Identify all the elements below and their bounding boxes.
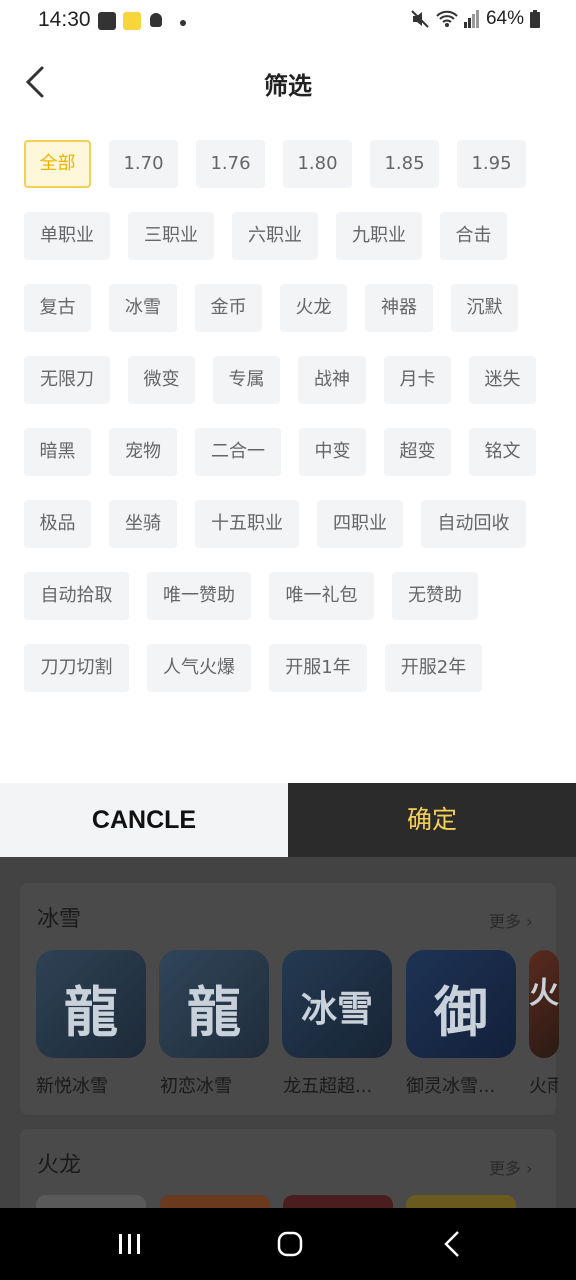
filter-chip[interactable]: 复古 <box>24 284 91 332</box>
filter-chip[interactable]: 冰雪 <box>109 284 177 332</box>
recent-apps-icon <box>119 1234 140 1254</box>
filter-chip[interactable]: 全部 <box>24 140 91 188</box>
dot-icon <box>180 20 186 26</box>
game-icon-art: 冰雪 <box>300 988 373 1030</box>
filter-chip[interactable]: 超变 <box>384 428 451 476</box>
game-name: 火雨 <box>529 1076 558 1097</box>
filter-chip[interactable]: 无赞助 <box>392 572 478 620</box>
chevron-right-icon: › <box>521 1159 533 1178</box>
back-nav-button[interactable] <box>432 1226 472 1262</box>
filter-chip[interactable]: 微变 <box>128 356 195 404</box>
recent-apps-button[interactable] <box>110 1226 150 1262</box>
mute-icon <box>411 10 429 28</box>
cancel-button[interactable]: CANCLE <box>0 783 288 857</box>
gallery-icon <box>98 12 116 30</box>
home-button[interactable] <box>270 1226 310 1262</box>
filter-chip[interactable]: 六职业 <box>232 212 318 260</box>
game-icon-art: 火 <box>529 976 559 1011</box>
system-navigation-bar <box>0 1208 576 1280</box>
filter-chip[interactable]: 自动拾取 <box>24 572 129 620</box>
filter-chip[interactable]: 金币 <box>195 284 262 332</box>
status-time: 14:30 <box>38 8 91 31</box>
game-icon-row-partial <box>36 1195 556 1208</box>
filter-chip[interactable]: 宠物 <box>109 428 177 476</box>
filter-chip[interactable]: 月卡 <box>384 356 451 404</box>
game-icon-art: 御 <box>434 980 488 1044</box>
filter-chip[interactable]: 战神 <box>298 356 366 404</box>
battery-percent: 64% <box>485 8 524 29</box>
battery-icon <box>530 10 540 28</box>
game-icon[interactable]: 火 <box>529 950 559 1058</box>
filter-chip[interactable]: 沉默 <box>451 284 518 332</box>
filter-chip[interactable]: 1.76 <box>196 140 265 188</box>
signal-icon <box>463 10 479 28</box>
filter-chip[interactable]: 合击 <box>440 212 507 260</box>
filter-chip[interactable]: 1.80 <box>283 140 352 188</box>
status-bar: 14:30 64% <box>0 0 576 40</box>
filter-chip[interactable]: 唯一赞助 <box>147 572 251 620</box>
game-name: 初恋冰雪 <box>160 1076 232 1097</box>
more-label: 更多 <box>489 1159 522 1178</box>
filter-chip[interactable]: 神器 <box>365 284 433 332</box>
filter-chip[interactable]: 铭文 <box>469 428 536 476</box>
filter-chip[interactable]: 唯一礼包 <box>269 572 374 620</box>
filter-chip[interactable]: 无限刀 <box>24 356 110 404</box>
filter-chip[interactable]: 人气火爆 <box>147 644 251 692</box>
game-name: 御灵冰雪... <box>406 1076 496 1097</box>
home-icon <box>277 1231 303 1257</box>
game-icon-art: 龍 <box>187 980 241 1044</box>
filter-chip[interactable]: 极品 <box>24 500 91 548</box>
more-link[interactable]: 更多 › <box>489 1155 533 1179</box>
game-icon[interactable]: 御 <box>406 950 516 1058</box>
section-title: 冰雪 <box>37 907 82 932</box>
dimmed-background-content: 冰雪 更多 › 龍 龍 冰雪 御 火 新悦冰雪 初恋冰雪 龙五超超... 御灵冰… <box>0 857 576 1208</box>
filter-chip[interactable]: 九职业 <box>336 212 422 260</box>
game-icon[interactable]: 龍 <box>159 950 269 1058</box>
section-title: 火龙 <box>37 1153 82 1178</box>
more-link[interactable]: 更多 › <box>489 908 533 932</box>
filter-chip[interactable]: 1.95 <box>457 140 526 188</box>
filter-chip[interactable]: 三职业 <box>128 212 214 260</box>
game-icon[interactable] <box>160 1195 270 1208</box>
back-arrow-icon <box>444 1231 459 1257</box>
filter-chip[interactable]: 1.85 <box>370 140 439 188</box>
game-icon[interactable]: 冰雪 <box>282 950 392 1058</box>
more-label: 更多 <box>489 912 522 931</box>
filter-chip[interactable]: 开服1年 <box>269 644 367 692</box>
filter-chip[interactable]: 中变 <box>299 428 366 476</box>
app-notification-icon <box>123 12 141 30</box>
game-name: 龙五超超... <box>283 1076 373 1097</box>
game-icon[interactable] <box>406 1195 516 1208</box>
filter-chip[interactable]: 刀刀切割 <box>24 644 129 692</box>
filter-chip[interactable]: 单职业 <box>24 212 110 260</box>
filter-chip[interactable]: 1.70 <box>109 140 178 188</box>
page-title: 筛选 <box>264 72 312 100</box>
filter-chip[interactable]: 开服2年 <box>385 644 482 692</box>
game-name: 新悦冰雪 <box>36 1076 108 1097</box>
filter-chip-panel: 全部 1.70 1.76 1.80 1.85 1.95 单职业 三职业 六职业 … <box>0 126 576 783</box>
bulb-icon <box>150 13 162 27</box>
wifi-icon <box>436 10 458 27</box>
filter-chip[interactable]: 四职业 <box>317 500 403 548</box>
header: 筛选 <box>0 40 576 126</box>
confirm-button[interactable]: 确定 <box>288 783 576 857</box>
game-icon[interactable] <box>36 1195 146 1208</box>
filter-chip[interactable]: 火龙 <box>280 284 347 332</box>
filter-chip[interactable]: 专属 <box>213 356 280 404</box>
filter-chip[interactable]: 坐骑 <box>109 500 177 548</box>
filter-chip[interactable]: 迷失 <box>469 356 536 404</box>
game-icon-art: 龍 <box>64 980 118 1044</box>
filter-chip[interactable]: 自动回收 <box>421 500 526 548</box>
filter-chip[interactable]: 十五职业 <box>195 500 299 548</box>
game-icon[interactable] <box>283 1195 393 1208</box>
status-right: 64% <box>410 8 540 30</box>
chevron-right-icon: › <box>521 912 533 931</box>
game-icon[interactable]: 龍 <box>36 950 146 1058</box>
filter-chip[interactable]: 暗黑 <box>24 428 91 476</box>
filter-chip[interactable]: 二合一 <box>195 428 281 476</box>
